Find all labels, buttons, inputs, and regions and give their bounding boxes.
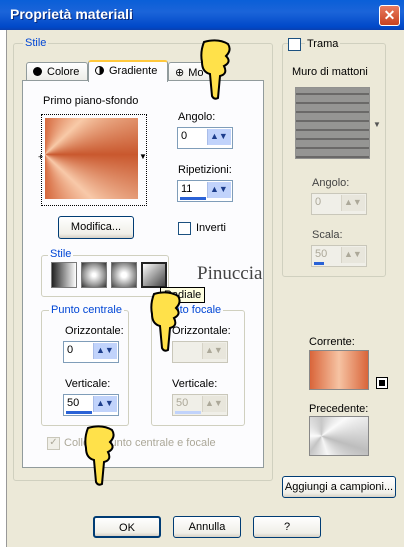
sunburst-style-button[interactable] bbox=[111, 262, 137, 288]
up-down-icon: ▲▼ bbox=[210, 131, 228, 141]
texture-group bbox=[282, 43, 386, 277]
pointing-hand-icon-2 bbox=[150, 291, 181, 352]
window-title: Proprietà materiali bbox=[10, 6, 133, 22]
texture-scale-spinner: 50 ▲▼ bbox=[311, 245, 367, 267]
up-down-icon: ▲▼ bbox=[96, 345, 114, 355]
gradient-preview-swatch[interactable] bbox=[45, 118, 138, 199]
close-icon: ✕ bbox=[383, 7, 396, 23]
up-down-icon: ▲▼ bbox=[344, 197, 362, 207]
center-horizontal-label: Orizzontale: bbox=[65, 325, 124, 337]
focal-vertical-spinner: 50 ▲▼ bbox=[172, 394, 228, 416]
texture-angle-spinner: 0 ▲▼ bbox=[311, 193, 367, 215]
texture-preview-swatch[interactable] bbox=[295, 87, 370, 159]
center-marker-icon: + bbox=[38, 152, 44, 162]
up-down-icon: ▲▼ bbox=[96, 398, 114, 408]
angle-label: Angolo: bbox=[178, 111, 216, 123]
pointing-hand-icon-3 bbox=[84, 425, 115, 486]
linear-style-button[interactable] bbox=[51, 262, 77, 288]
tab-colore-label: Colore bbox=[47, 66, 80, 78]
texture-angle-value: 0 bbox=[315, 196, 322, 208]
up-down-icon: ▲▼ bbox=[205, 345, 223, 355]
center-horizontal-value: 0 bbox=[67, 344, 74, 356]
ok-button[interactable]: OK bbox=[93, 516, 161, 538]
center-vertical-value: 50 bbox=[67, 397, 80, 409]
radial-style-button[interactable] bbox=[141, 262, 167, 288]
half-circle-icon bbox=[95, 66, 104, 75]
watermark-text: Pinuccia bbox=[197, 263, 263, 284]
tab-gradiente-label: Gradiente bbox=[109, 65, 158, 77]
texture-chevron-icon: ▼ bbox=[373, 120, 381, 129]
link-center-focal-checkbox: ✓ bbox=[47, 437, 60, 450]
up-down-icon: ▲▼ bbox=[344, 249, 362, 259]
crosshair-icon: ⊕ bbox=[175, 67, 185, 79]
center-point-label: Punto centrale bbox=[49, 304, 124, 316]
center-vertical-label: Verticale: bbox=[65, 378, 111, 390]
repetitions-label: Ripetizioni: bbox=[178, 164, 232, 176]
previous-label: Precedente: bbox=[309, 403, 369, 415]
texture-name: Muro di mattoni bbox=[292, 66, 368, 78]
angle-spinner[interactable]: 0 ▲▼ bbox=[177, 127, 233, 149]
preview-chevron-icon: ▼ bbox=[139, 152, 147, 161]
current-material-swatch bbox=[309, 350, 369, 390]
cancel-button[interactable]: Annulla bbox=[173, 516, 241, 538]
left-background-strip bbox=[0, 30, 7, 547]
add-to-swatches-button[interactable]: Aggiungi a campioni... bbox=[282, 476, 396, 498]
pointing-hand-icon-1 bbox=[200, 39, 231, 100]
angle-value: 0 bbox=[181, 130, 188, 142]
invert-checkbox[interactable] bbox=[178, 222, 191, 235]
invert-label: Inverti bbox=[196, 222, 226, 234]
focal-vertical-value: 50 bbox=[176, 397, 189, 409]
texture-scale-label: Scala: bbox=[312, 229, 343, 241]
repetitions-spinner[interactable]: 11 ▲▼ bbox=[177, 180, 233, 202]
tab-colore[interactable]: Colore bbox=[26, 62, 88, 82]
center-vertical-spinner[interactable]: 50 ▲▼ bbox=[63, 394, 119, 416]
texture-checkbox[interactable] bbox=[288, 38, 301, 51]
help-button[interactable]: ? bbox=[253, 516, 321, 538]
close-button[interactable]: ✕ bbox=[379, 5, 400, 26]
gradient-style-label: Stile bbox=[48, 248, 74, 260]
texture-label: Trama bbox=[305, 38, 341, 50]
texture-angle-label: Angolo: bbox=[312, 177, 350, 189]
texture-scale-value: 50 bbox=[315, 248, 328, 260]
repetitions-value: 11 bbox=[181, 183, 193, 195]
swap-icon[interactable] bbox=[376, 377, 388, 389]
focal-vertical-label: Verticale: bbox=[172, 378, 218, 390]
preview-label: Primo piano-sfondo bbox=[43, 95, 139, 107]
up-down-icon: ▲▼ bbox=[205, 398, 223, 408]
center-horizontal-spinner[interactable]: 0 ▲▼ bbox=[63, 341, 119, 363]
edit-gradient-button[interactable]: Modifica... bbox=[58, 216, 134, 239]
tab-gradiente[interactable]: Gradiente bbox=[88, 60, 168, 82]
rectangular-style-button[interactable] bbox=[81, 262, 107, 288]
style-group-label: Stile bbox=[23, 37, 49, 49]
previous-material-swatch bbox=[309, 416, 369, 456]
up-down-icon: ▲▼ bbox=[210, 184, 228, 194]
current-label: Corrente: bbox=[309, 336, 355, 348]
filled-circle-icon bbox=[33, 67, 42, 76]
